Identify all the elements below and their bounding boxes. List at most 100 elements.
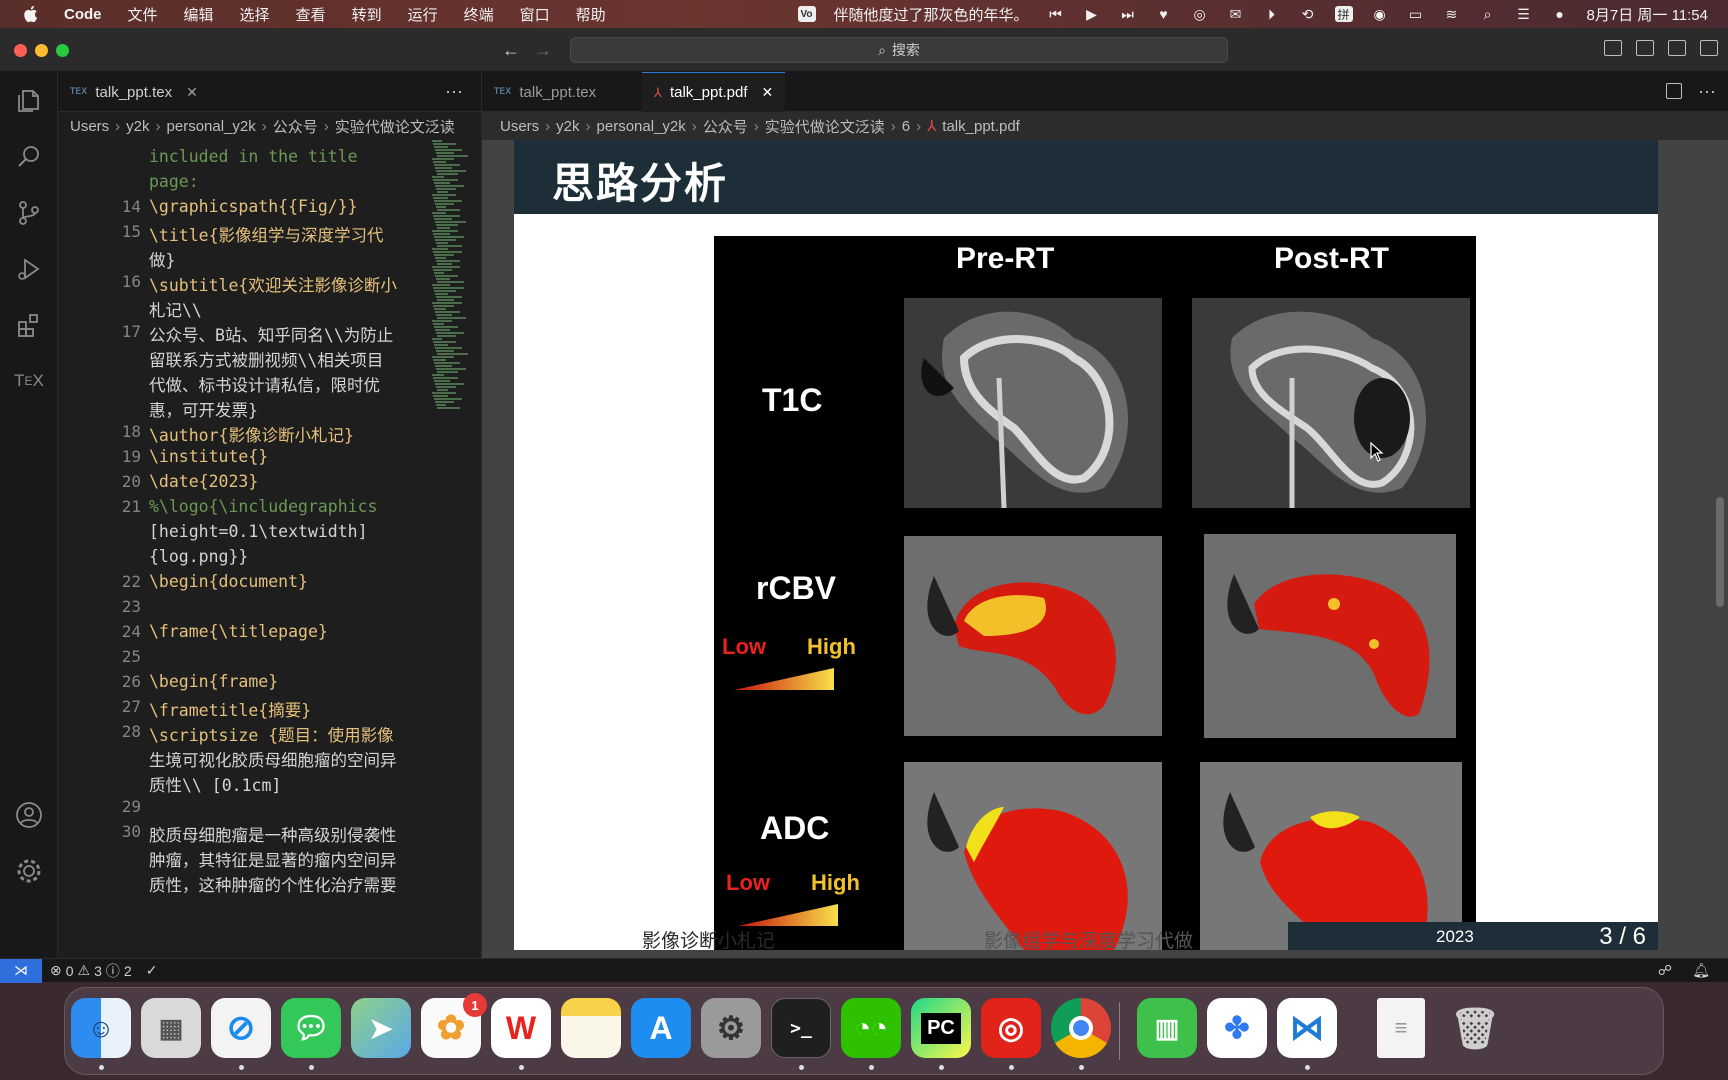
pdf-scrollbar-thumb[interactable] [1716,497,1724,607]
run-debug-icon[interactable] [14,254,44,284]
check-icon[interactable]: ✓ [146,962,158,979]
code-line[interactable]: 30 胶质母细胞瘤是一种高级别侵袭性 [58,819,428,846]
wechat-icon[interactable]: ◔◔ [841,998,901,1058]
menu-window[interactable]: 窗口 [520,4,550,25]
media-play-icon[interactable]: ⏵ [1263,6,1281,22]
code-line[interactable]: 28 \scriptsize {题目：使用影像 [58,719,428,746]
menu-go[interactable]: 转到 [352,4,382,25]
wifi-icon[interactable]: ≋ [1443,6,1461,22]
zoom-window-button[interactable] [56,44,69,57]
code-line[interactable]: 25 [58,644,428,671]
code-line[interactable]: 做} [58,244,428,271]
play-icon[interactable]: ▶ [1083,6,1101,22]
code-line[interactable]: 22 \begin{document} [58,569,428,596]
wechat-menubar-icon[interactable]: ✉ [1227,6,1245,22]
more-actions-icon[interactable]: ··· [1698,81,1716,102]
code-line[interactable]: 24 \frame{\titlepage} [58,619,428,646]
messages-icon[interactable]: 💬︎ [281,998,341,1058]
photos-icon[interactable]: ✿ 1 [421,993,487,1058]
settings-gear-icon[interactable] [14,856,44,886]
breadcrumb-item[interactable]: personal_y2k [167,118,256,135]
accounts-icon[interactable] [14,800,44,830]
explorer-icon[interactable] [14,86,44,116]
toggle-sidebar-icon[interactable] [1604,40,1622,56]
baidu-netdisk-icon[interactable]: ✤ [1207,998,1267,1058]
breadcrumb-item[interactable]: 公众号 [273,116,318,137]
code-line[interactable]: 23 [58,594,428,621]
command-center-search[interactable]: ⌕ 搜索 [570,37,1228,63]
code-line[interactable]: [height=0.1\textwidth] [58,519,428,546]
control-center-icon[interactable]: ☰ [1515,6,1533,22]
breadcrumb-item[interactable]: y2k [556,118,579,135]
code-line[interactable]: 21 %\logo{\includegraphics [58,494,428,521]
code-line[interactable]: 27 \frametitle{摘要} [58,694,428,721]
trash-icon[interactable]: 🗑︎ [1445,998,1505,1058]
close-tab-icon[interactable]: ✕ [186,84,198,101]
remote-indicator-icon[interactable]: ⋊ [0,958,42,983]
code-line[interactable]: 质性\\ [0.1cm] [58,769,428,796]
netease-menubar-icon[interactable]: ◎ [1191,6,1209,22]
user-icon[interactable]: ◉ [1371,6,1389,22]
breadcrumb-item[interactable]: 6 [902,118,910,135]
code-line[interactable]: 29 [58,794,428,821]
search-sidebar-icon[interactable] [14,142,44,172]
terminal-icon[interactable]: >_ [771,998,831,1058]
battery-icon[interactable]: ▭ [1407,6,1425,22]
launchpad-icon[interactable]: ▦ [141,998,201,1058]
finder-icon[interactable]: ☺ [71,998,131,1058]
heart-icon[interactable]: ♥ [1155,6,1173,22]
problems-indicator[interactable]: ⊗ 0 ⚠ 3 ⓘ 2 [50,961,132,981]
notifications-bell-icon[interactable]: 🔔︎ [1692,962,1710,979]
code-line[interactable]: 18 \author{影像诊断小札记} [58,419,428,446]
apple-icon[interactable] [22,5,38,23]
code-line[interactable]: 16 \subtitle{欢迎关注影像诊断小 [58,269,428,296]
code-area[interactable]: included in the title page: 14 \graphicspat… [58,140,428,958]
now-playing-text[interactable]: 伴随他度过了那灰色的年华。 [834,4,1029,25]
vscode-icon[interactable]: ⋈ [1277,998,1337,1058]
menu-run[interactable]: 运行 [408,4,438,25]
menu-terminal[interactable]: 终端 [464,4,494,25]
code-line[interactable]: 札记\\ [58,294,428,321]
input-method-icon[interactable]: 拼 [1334,6,1353,22]
menu-edit[interactable]: 编辑 [184,4,214,25]
back-arrow-icon[interactable]: ← [502,40,520,61]
breadcrumb-item[interactable]: y2k [126,118,149,135]
code-line[interactable]: 惠，可开发票} [58,394,428,421]
code-line[interactable]: 14 \graphicspath{{Fig/}} [58,194,428,221]
breadcrumb-item[interactable]: Users [70,118,109,135]
split-editor-icon[interactable] [1666,83,1682,99]
feedback-icon[interactable]: ☍ [1658,962,1672,979]
source-control-icon[interactable] [14,198,44,228]
breadcrumb-item[interactable]: Users [500,118,539,135]
menu-view[interactable]: 查看 [296,4,326,25]
code-line[interactable]: 生境可视化胶质母细胞瘤的空间异 [58,744,428,771]
code-line[interactable]: 质性，这种肿瘤的个性化治疗需要 [58,869,428,896]
minimize-window-button[interactable] [35,44,48,57]
menu-selection[interactable]: 选择 [240,4,270,25]
archive-icon[interactable]: ▥ [1137,998,1197,1058]
menu-help[interactable]: 帮助 [576,4,606,25]
spotlight-icon[interactable]: ⌕ [1479,6,1497,22]
wps-icon[interactable]: W [491,998,551,1058]
pycharm-icon[interactable]: PC [911,998,971,1058]
code-line[interactable]: 20 \date{2023} [58,469,428,496]
tab-talk-ppt-tex[interactable]: TEX talk_ppt.tex ✕ [58,72,210,112]
next-track-icon[interactable]: ⏭ [1119,6,1137,22]
breadcrumb-item[interactable]: personal_y2k [597,118,686,135]
close-tab-icon[interactable]: ✕ [762,84,774,101]
forward-arrow-icon[interactable]: → [534,40,552,61]
code-line[interactable]: 26 \begin{frame} [58,669,428,696]
previous-track-icon[interactable]: ⏮ [1047,6,1065,22]
tab-talk-ppt-pdf[interactable]: ⅄ talk_ppt.pdf ✕ [642,72,786,112]
code-line[interactable]: page: [58,169,428,196]
system-settings-icon[interactable]: ⚙ [701,998,761,1058]
chrome-icon[interactable] [1051,998,1111,1058]
more-actions-icon[interactable]: ··· [445,81,463,102]
safari-icon[interactable]: ⊘ [211,998,271,1058]
close-window-button[interactable] [14,44,27,57]
app-store-icon[interactable]: A [631,998,691,1058]
tab-talk-ppt-tex-2[interactable]: TEX talk_ppt.tex [482,72,608,112]
minimap[interactable] [428,140,468,440]
breadcrumb-item[interactable]: 公众号 [703,116,748,137]
code-line[interactable]: 肿瘤，其特征是显著的瘤内空间异 [58,844,428,871]
